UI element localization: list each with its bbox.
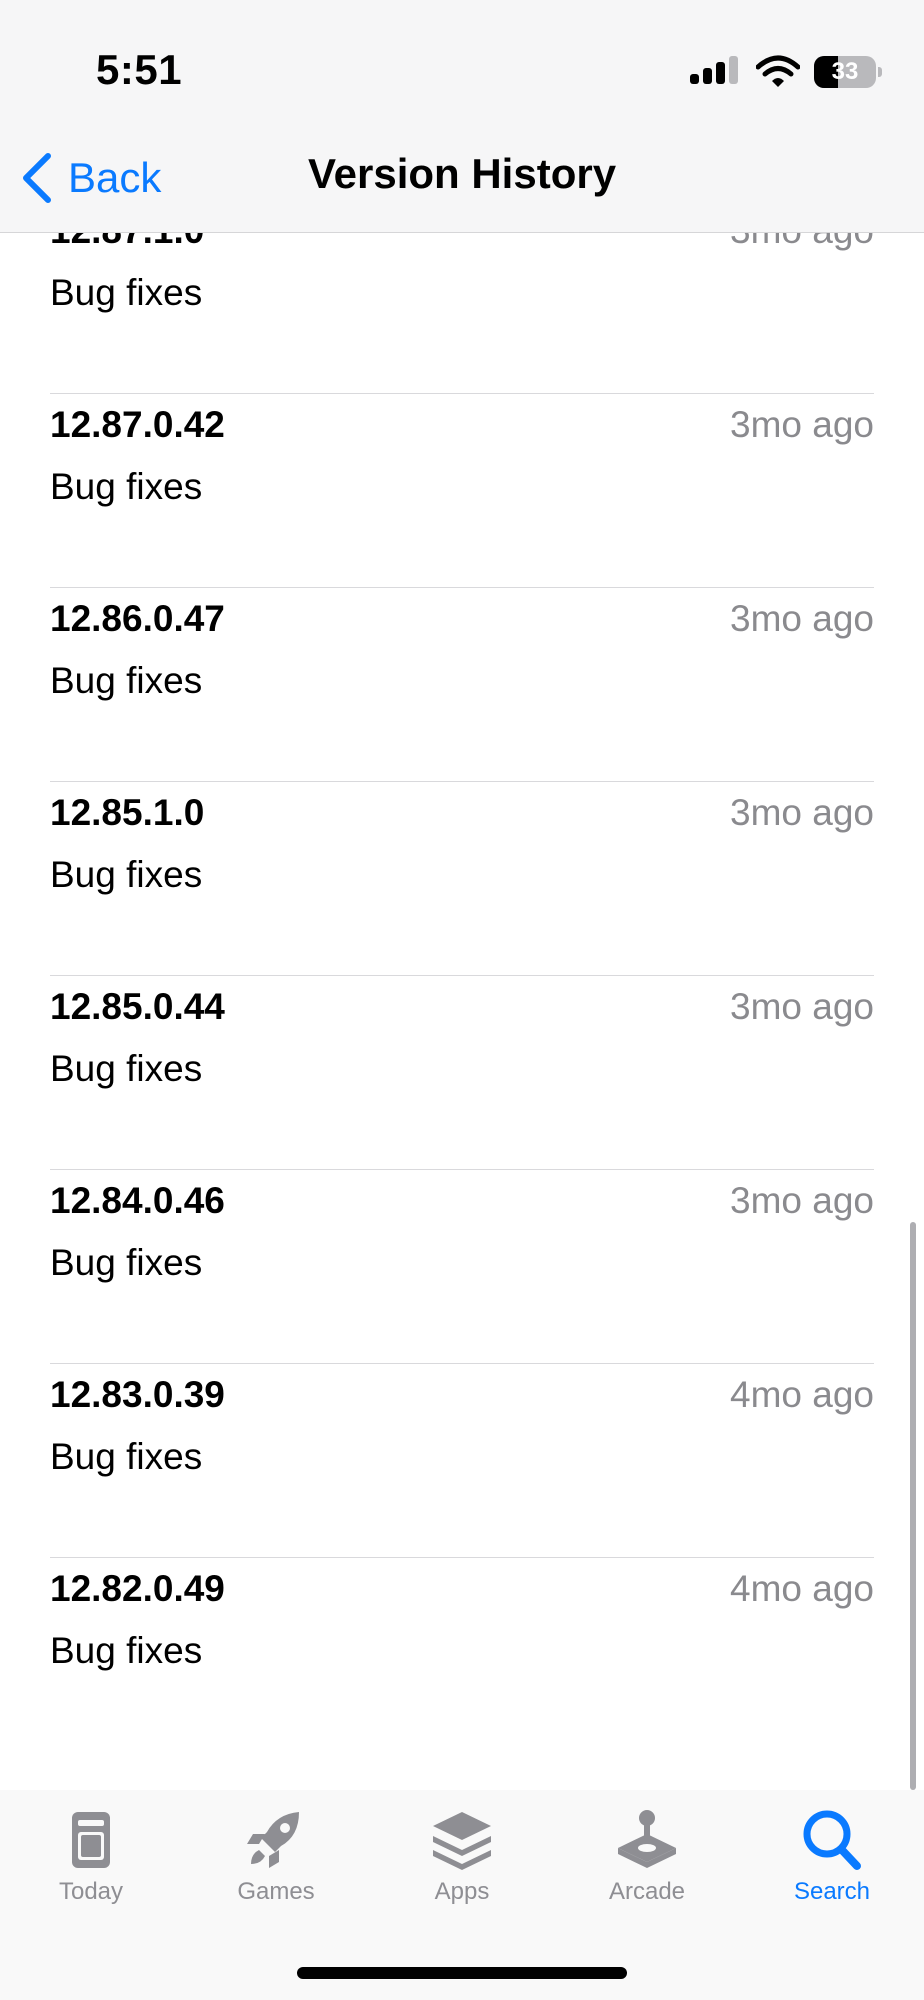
version-row: 12.84.0.46 3mo ago Bug fixes <box>0 1170 924 1364</box>
tab-arcade[interactable]: Arcade <box>577 1808 717 1918</box>
tab-label: Arcade <box>608 1878 686 1905</box>
status-icons: 33 <box>690 52 882 92</box>
version-date: 3mo ago <box>730 986 874 1027</box>
tab-apps[interactable]: Apps <box>392 1808 532 1918</box>
version-number: 12.82.0.49 <box>50 1568 225 1609</box>
version-number: 12.86.0.47 <box>50 598 225 639</box>
version-notes: Bug fixes <box>50 466 203 507</box>
version-number: 12.85.0.44 <box>50 986 225 1027</box>
navigation-header: 5:51 33 Back Version History <box>0 0 924 233</box>
version-date: 3mo ago <box>730 598 874 639</box>
version-notes: Bug fixes <box>50 854 203 895</box>
battery-icon: 33 <box>814 56 882 88</box>
version-notes: Bug fixes <box>50 272 203 313</box>
tab-label: Search <box>793 1878 871 1905</box>
signal-icon <box>690 56 742 88</box>
version-notes: Bug fixes <box>50 1436 203 1477</box>
search-icon <box>803 1810 861 1870</box>
version-date: 4mo ago <box>730 1568 874 1609</box>
battery-level: 33 <box>831 58 859 85</box>
tab-games[interactable]: Games <box>206 1808 346 1918</box>
tab-label: Apps <box>434 1878 490 1905</box>
tab-today[interactable]: Today <box>21 1808 161 1918</box>
tab-label: Games <box>237 1878 315 1905</box>
version-date: 4mo ago <box>730 1374 874 1415</box>
version-row: 12.83.0.39 4mo ago Bug fixes <box>0 1364 924 1558</box>
version-notes: Bug fixes <box>50 1242 203 1283</box>
rocket-icon <box>247 1812 299 1868</box>
version-history-screen: 12.87.1.0 3mo ago Bug fixes 12.87.0.42 3… <box>0 0 924 2000</box>
version-date: 3mo ago <box>730 1180 874 1221</box>
version-notes: Bug fixes <box>50 660 203 701</box>
wifi-icon <box>756 55 800 87</box>
page-title: Version History <box>307 150 617 197</box>
home-indicator[interactable] <box>297 1967 627 1979</box>
version-row: 12.85.0.44 3mo ago Bug fixes <box>0 976 924 1170</box>
version-row: 12.82.0.49 4mo ago Bug fixes <box>0 1558 924 1752</box>
version-notes: Bug fixes <box>50 1048 203 1089</box>
version-number: 12.85.1.0 <box>50 792 205 833</box>
version-date: 3mo ago <box>730 404 874 445</box>
version-row: 12.86.0.47 3mo ago Bug fixes <box>0 588 924 782</box>
version-notes: Bug fixes <box>50 1630 203 1671</box>
status-time: 5:51 <box>96 46 183 93</box>
version-number: 12.87.0.42 <box>50 404 225 445</box>
version-number: 12.83.0.39 <box>50 1374 225 1415</box>
apps-stack-icon <box>433 1812 491 1870</box>
tab-search[interactable]: Search <box>762 1808 902 1918</box>
version-row: 12.85.1.0 3mo ago Bug fixes <box>0 782 924 976</box>
joystick-icon <box>618 1810 676 1868</box>
today-icon <box>72 1812 110 1868</box>
version-row: 12.87.0.42 3mo ago Bug fixes <box>0 394 924 588</box>
version-number: 12.84.0.46 <box>50 1180 225 1221</box>
tab-label: Today <box>58 1878 124 1905</box>
version-date: 3mo ago <box>730 792 874 833</box>
scrollbar[interactable] <box>910 1222 916 1790</box>
